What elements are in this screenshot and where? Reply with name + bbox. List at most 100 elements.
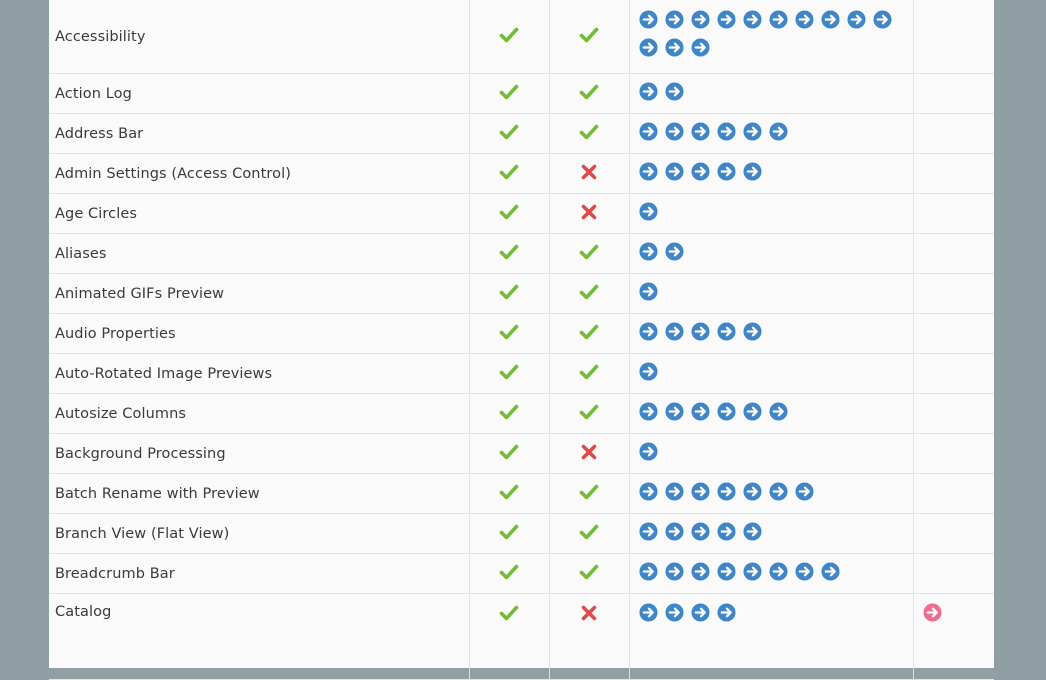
links-cell	[629, 153, 914, 194]
arrow-right-circle-icon[interactable]	[664, 603, 684, 622]
support-cell-b	[549, 553, 630, 594]
arrow-right-circle-icon[interactable]	[716, 402, 736, 421]
links-cell	[629, 553, 914, 594]
arrow-right-circle-icon[interactable]	[638, 522, 658, 541]
check-icon	[579, 244, 599, 266]
arrow-right-circle-icon[interactable]	[638, 362, 658, 381]
feature-name: Batch Rename with Preview	[49, 473, 470, 514]
arrow-right-circle-icon[interactable]	[846, 9, 866, 29]
arrow-right-circle-icon[interactable]	[768, 482, 788, 501]
check-icon	[579, 84, 599, 106]
extra-cell	[913, 153, 994, 194]
arrow-right-circle-icon[interactable]	[690, 603, 710, 622]
links-cell	[629, 193, 914, 234]
support-cell-a	[469, 473, 550, 514]
arrow-right-circle-pink-icon[interactable]	[922, 603, 942, 622]
arrow-right-circle-icon[interactable]	[638, 442, 658, 461]
arrow-right-circle-icon[interactable]	[664, 322, 684, 341]
arrow-right-circle-icon[interactable]	[638, 482, 658, 501]
arrow-right-circle-icon[interactable]	[638, 282, 658, 301]
arrow-right-circle-icon[interactable]	[820, 9, 840, 29]
arrow-right-circle-icon[interactable]	[794, 9, 814, 29]
arrow-right-circle-icon[interactable]	[638, 603, 658, 622]
arrow-right-circle-icon[interactable]	[742, 562, 762, 581]
arrow-right-circle-icon[interactable]	[716, 603, 736, 622]
arrow-right-circle-icon[interactable]	[664, 402, 684, 421]
arrow-right-circle-icon[interactable]	[664, 9, 684, 29]
arrow-right-circle-icon[interactable]	[664, 37, 684, 57]
extra-cell	[913, 193, 994, 234]
arrow-right-circle-icon[interactable]	[690, 522, 710, 541]
arrow-right-circle-icon[interactable]	[768, 122, 788, 141]
feature-name: Aliases	[49, 233, 470, 274]
table-row: Age Circles	[49, 193, 994, 234]
support-cell-a	[469, 353, 550, 394]
arrow-right-circle-icon[interactable]	[638, 562, 658, 581]
support-cell-b	[549, 113, 630, 154]
arrow-right-circle-icon[interactable]	[664, 562, 684, 581]
arrow-right-circle-icon[interactable]	[664, 242, 684, 261]
check-icon	[499, 324, 519, 346]
arrow-right-circle-icon[interactable]	[690, 402, 710, 421]
arrow-right-circle-icon[interactable]	[690, 37, 710, 57]
arrow-right-circle-icon[interactable]	[794, 562, 814, 581]
feature-comparison-panel: Accessibility Action Log Address Bar Admin …	[49, 0, 994, 680]
arrow-right-circle-icon[interactable]	[768, 562, 788, 581]
arrow-right-circle-icon[interactable]	[638, 322, 658, 341]
support-cell-a	[469, 313, 550, 354]
arrow-right-circle-icon[interactable]	[742, 402, 762, 421]
arrow-right-circle-icon[interactable]	[742, 9, 762, 29]
arrow-right-circle-icon[interactable]	[638, 202, 658, 221]
arrow-right-circle-icon[interactable]	[638, 122, 658, 141]
arrow-right-circle-icon[interactable]	[794, 482, 814, 501]
arrow-right-circle-icon[interactable]	[664, 122, 684, 141]
arrow-right-circle-icon[interactable]	[690, 322, 710, 341]
support-cell-b	[549, 273, 630, 314]
arrow-right-circle-icon[interactable]	[664, 522, 684, 541]
links-cell	[629, 513, 914, 554]
arrow-right-circle-icon[interactable]	[638, 162, 658, 181]
arrow-right-circle-icon[interactable]	[768, 9, 788, 29]
support-cell-a	[469, 193, 550, 234]
arrow-right-circle-icon[interactable]	[664, 162, 684, 181]
arrow-right-circle-icon[interactable]	[664, 82, 684, 101]
arrow-right-circle-icon[interactable]	[638, 402, 658, 421]
arrow-right-circle-icon[interactable]	[716, 522, 736, 541]
arrow-right-circle-icon[interactable]	[820, 562, 840, 581]
arrow-right-circle-icon[interactable]	[690, 9, 710, 29]
feature-name: Background Processing	[49, 433, 470, 474]
arrow-right-circle-icon[interactable]	[690, 482, 710, 501]
arrow-right-circle-icon[interactable]	[716, 482, 736, 501]
arrow-right-circle-icon[interactable]	[742, 122, 762, 141]
arrow-right-circle-icon[interactable]	[742, 322, 762, 341]
arrow-right-circle-icon[interactable]	[716, 322, 736, 341]
check-icon	[499, 284, 519, 306]
extra-cell	[913, 513, 994, 554]
arrow-right-circle-icon[interactable]	[716, 162, 736, 181]
feature-name: Action Log	[49, 73, 470, 114]
support-cell-a	[469, 0, 550, 74]
support-cell-b	[549, 73, 630, 114]
table-row: Breadcrumb Bar	[49, 553, 994, 594]
arrow-right-circle-icon[interactable]	[638, 37, 658, 57]
support-cell-b	[549, 513, 630, 554]
arrow-right-circle-icon[interactable]	[768, 402, 788, 421]
arrow-right-circle-icon[interactable]	[716, 562, 736, 581]
arrow-right-circle-icon[interactable]	[638, 82, 658, 101]
arrow-right-circle-icon[interactable]	[638, 9, 658, 29]
feature-name: Audio Properties	[49, 313, 470, 354]
check-icon	[499, 444, 519, 466]
arrow-right-circle-icon[interactable]	[742, 162, 762, 181]
arrow-right-circle-icon[interactable]	[716, 122, 736, 141]
arrow-right-circle-icon[interactable]	[664, 482, 684, 501]
arrow-right-circle-icon[interactable]	[690, 162, 710, 181]
extra-cell	[913, 233, 994, 274]
arrow-right-circle-icon[interactable]	[742, 482, 762, 501]
arrow-right-circle-icon[interactable]	[742, 522, 762, 541]
arrow-right-circle-icon[interactable]	[872, 9, 892, 29]
arrow-right-circle-icon[interactable]	[690, 562, 710, 581]
arrow-right-circle-icon[interactable]	[690, 122, 710, 141]
arrow-right-circle-icon[interactable]	[716, 9, 736, 29]
arrow-right-circle-icon[interactable]	[638, 242, 658, 261]
check-icon	[499, 564, 519, 586]
